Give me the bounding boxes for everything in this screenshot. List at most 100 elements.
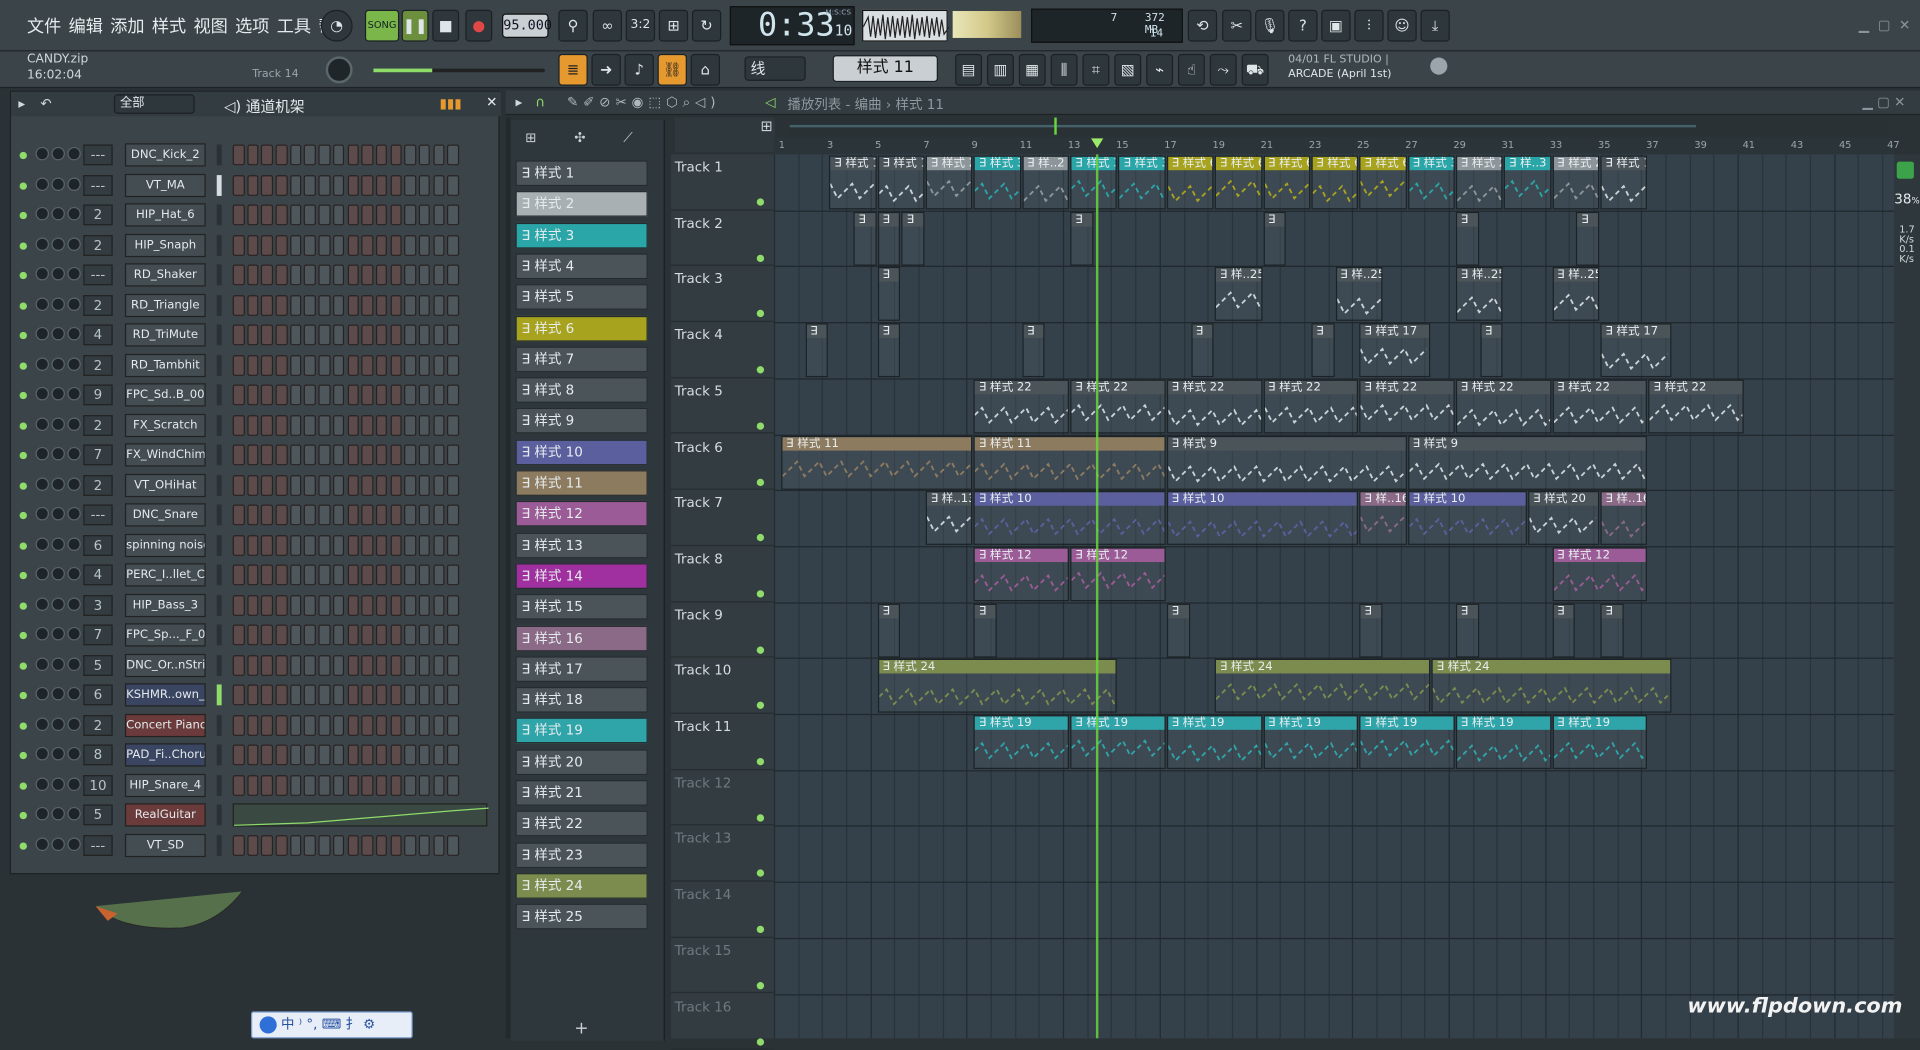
stamp-icon[interactable]: ⌂ — [690, 53, 721, 86]
step-button[interactable] — [418, 354, 431, 376]
step-button[interactable] — [375, 264, 388, 286]
channel-volume-knob[interactable] — [35, 806, 49, 821]
step-button[interactable] — [433, 834, 445, 856]
channel-select-indicator[interactable] — [216, 534, 222, 556]
pattern-clip[interactable]: ∃ 样式 17 — [1600, 323, 1672, 378]
pattern-item[interactable]: ∃ 样式 2 — [515, 191, 648, 218]
step-button[interactable] — [275, 384, 288, 406]
pattern-clip[interactable]: ∃ 样式 3 — [973, 155, 1021, 210]
snap-select[interactable]: 线 — [744, 56, 806, 81]
step-button[interactable] — [390, 564, 402, 586]
step-button[interactable] — [404, 324, 417, 346]
playlist-scrollbar[interactable]: 38% 1.7 K/s 0.1 K/s — [1894, 154, 1920, 1039]
channel-mute-led[interactable] — [19, 661, 27, 670]
track-header[interactable]: Track 13 — [671, 826, 774, 882]
channel-volume-knob[interactable] — [35, 356, 49, 371]
channel-select-indicator[interactable] — [216, 354, 222, 376]
stop-button[interactable]: ■ — [432, 9, 460, 42]
step-button[interactable] — [447, 774, 459, 796]
step-button[interactable] — [332, 444, 345, 466]
step-button[interactable] — [447, 504, 459, 526]
channel-extra-knob[interactable] — [67, 236, 81, 251]
track-enable-led[interactable] — [756, 310, 765, 318]
step-button[interactable] — [304, 834, 316, 856]
step-button[interactable] — [246, 264, 259, 286]
track-header[interactable]: Track 14 — [671, 882, 774, 938]
channel-extra-knob[interactable] — [67, 746, 81, 761]
microphone-icon[interactable]: 🎙 — [1255, 9, 1285, 42]
step-button[interactable] — [361, 234, 374, 256]
mixer-track-number[interactable]: 9 — [83, 384, 113, 406]
menu-item[interactable]: 样式 — [152, 13, 186, 37]
step-button[interactable] — [433, 714, 445, 736]
ime-toolbar[interactable]: 中 ⁾ °, ⌨ ⺘ ⚙ — [251, 1011, 413, 1039]
track-enable-led[interactable] — [756, 478, 765, 486]
pattern-item[interactable]: ∃ 样式 14 — [515, 563, 648, 589]
step-button[interactable] — [361, 654, 374, 676]
channel-pan-knob[interactable] — [51, 656, 65, 671]
step-button[interactable] — [404, 744, 417, 766]
step-button[interactable] — [318, 654, 331, 676]
step-button[interactable] — [232, 684, 245, 706]
small-pattern-clip[interactable]: ∃ — [1263, 211, 1286, 266]
pattern-item[interactable]: ∃ 样式 6 — [515, 315, 648, 342]
channel-extra-knob[interactable] — [67, 656, 81, 671]
step-button[interactable] — [275, 564, 288, 586]
step-button[interactable] — [361, 144, 374, 166]
small-pattern-clip[interactable]: ∃ — [1552, 603, 1576, 658]
step-button[interactable] — [433, 684, 445, 706]
step-button[interactable] — [447, 234, 459, 256]
step-button[interactable] — [275, 714, 288, 736]
step-button[interactable] — [246, 204, 259, 226]
magnet-icon[interactable]: ∩ — [535, 94, 545, 110]
step-button[interactable] — [304, 684, 316, 706]
small-pattern-clip[interactable]: ∃ — [877, 323, 901, 378]
channel-select-indicator[interactable] — [216, 414, 222, 436]
channel-mute-led[interactable] — [19, 421, 27, 430]
step-button[interactable] — [404, 504, 417, 526]
channel-pan-knob[interactable] — [51, 176, 65, 191]
step-button[interactable] — [332, 294, 345, 316]
play-arrow-icon[interactable]: ▸ — [18, 96, 25, 112]
step-button[interactable] — [375, 654, 388, 676]
channel-row[interactable]: --- DNC_Snare — [11, 501, 501, 531]
mixer-track-number[interactable]: 5 — [83, 654, 113, 676]
channel-pan-knob[interactable] — [51, 476, 65, 491]
small-pattern-clip[interactable]: ∃ — [1576, 211, 1600, 266]
step-button[interactable] — [433, 504, 445, 526]
track-enable-led[interactable] — [756, 702, 765, 710]
track-enable-led[interactable] — [756, 590, 765, 598]
step-button[interactable] — [361, 564, 374, 586]
move-icon[interactable]: ✣ — [574, 130, 585, 146]
step-button[interactable] — [304, 564, 316, 586]
step-button[interactable] — [433, 144, 445, 166]
mixer-track-number[interactable]: 2 — [83, 714, 113, 736]
step-button[interactable] — [375, 444, 388, 466]
playhead-marker[interactable] — [1091, 138, 1104, 149]
pattern-clip[interactable]: ∃ 样式 6 — [1311, 155, 1359, 210]
pattern-clip[interactable]: ∃ 样式 24 — [1214, 659, 1431, 714]
channel-mute-led[interactable] — [19, 811, 27, 820]
pattern-clip[interactable]: ∃ 样式 9 — [1407, 435, 1648, 490]
channel-row[interactable]: 3 HIP_Bass_3 — [11, 591, 501, 621]
download-icon[interactable]: ⤓ — [1420, 9, 1450, 42]
step-button[interactable] — [246, 474, 259, 496]
track-header[interactable]: Track 2 — [671, 210, 774, 267]
master-volume-knob[interactable] — [325, 56, 353, 84]
step-button[interactable] — [261, 354, 273, 376]
pattern-clip[interactable]: ∃ 样..13 — [925, 491, 973, 546]
step-button[interactable] — [404, 174, 417, 196]
step-button[interactable] — [232, 144, 245, 166]
channel-mute-led[interactable] — [19, 571, 27, 580]
small-pattern-clip[interactable]: ∃ — [1359, 603, 1383, 658]
step-button[interactable] — [375, 174, 388, 196]
step-button[interactable] — [390, 324, 402, 346]
channel-pan-knob[interactable] — [51, 296, 65, 311]
step-button[interactable] — [332, 234, 345, 256]
step-button[interactable] — [289, 324, 302, 346]
undo-icon[interactable]: ↶ — [40, 96, 51, 112]
step-button[interactable] — [232, 324, 245, 346]
channel-pan-knob[interactable] — [51, 416, 65, 431]
step-button[interactable] — [332, 504, 345, 526]
channel-select-indicator[interactable] — [216, 594, 222, 616]
